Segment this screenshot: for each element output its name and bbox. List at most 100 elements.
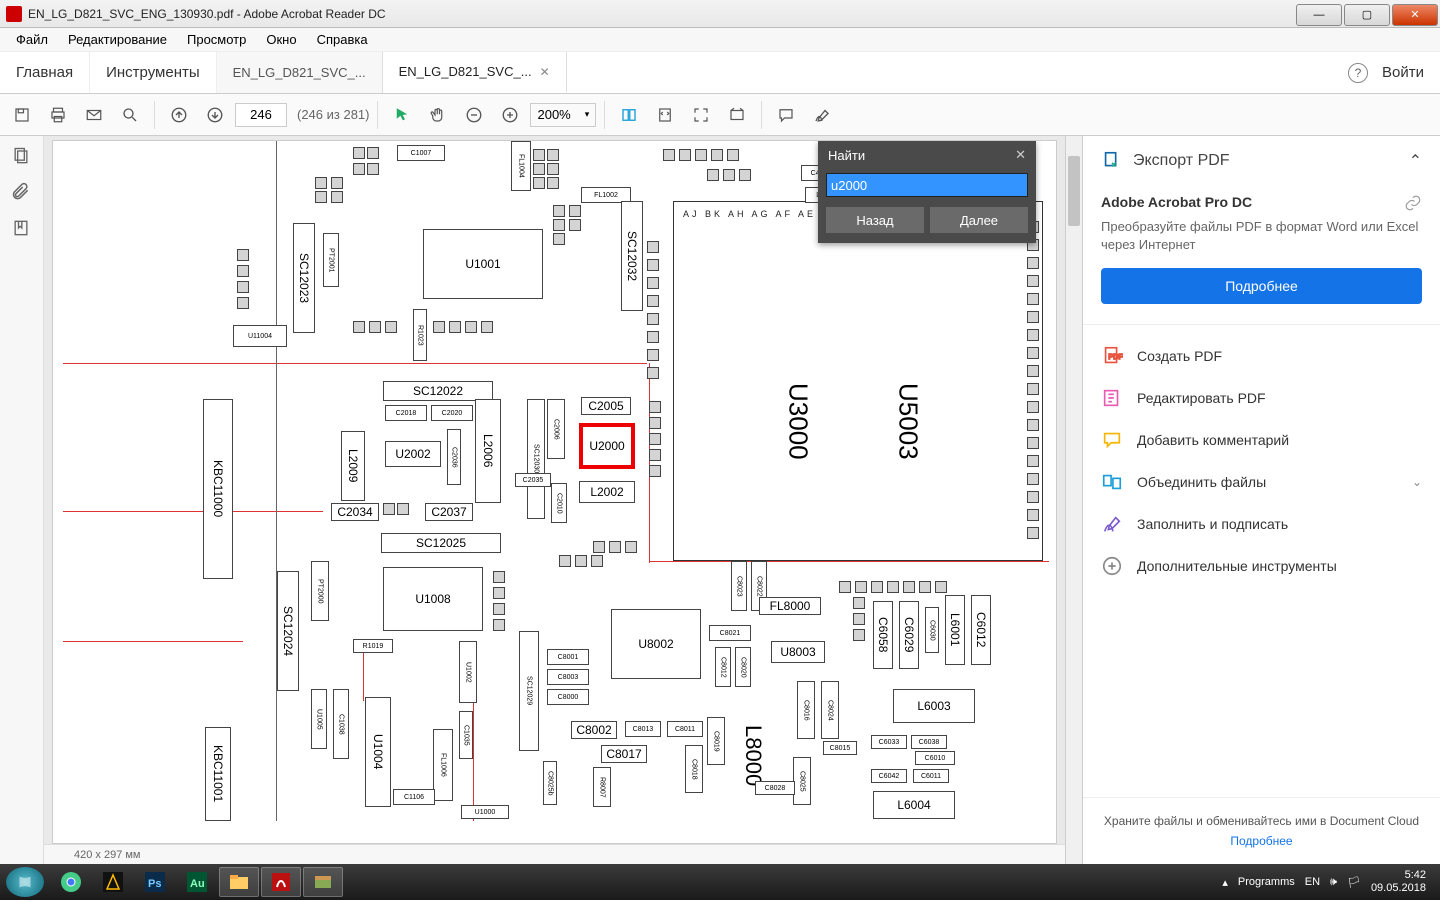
find-prev-button[interactable]: Назад bbox=[826, 207, 924, 233]
comment-icon[interactable] bbox=[770, 99, 802, 131]
task-audition-icon[interactable]: Au bbox=[177, 867, 217, 897]
menu-window[interactable]: Окно bbox=[256, 32, 306, 47]
schematic-component: C6030 bbox=[925, 607, 939, 653]
schematic-component-small bbox=[649, 433, 661, 445]
export-pdf-icon bbox=[1101, 150, 1123, 172]
schematic-component: U1008 bbox=[383, 567, 483, 631]
page-down-icon[interactable] bbox=[199, 99, 231, 131]
schematic-component: SC12029 bbox=[519, 631, 539, 751]
schematic-component: SC12032 bbox=[621, 201, 643, 311]
schematic-component: C2034 bbox=[331, 503, 379, 521]
document-viewport[interactable]: U3000 U5003 L8000 AJ BK AH AG AF AE AD A… bbox=[44, 136, 1065, 864]
pointer-icon[interactable] bbox=[386, 99, 418, 131]
menu-edit[interactable]: Редактирование bbox=[58, 32, 177, 47]
close-icon[interactable]: ✕ bbox=[1015, 147, 1026, 163]
page-number-input[interactable] bbox=[235, 103, 287, 127]
search-icon[interactable] bbox=[114, 99, 146, 131]
fit-page-icon[interactable] bbox=[649, 99, 681, 131]
email-icon[interactable] bbox=[78, 99, 110, 131]
schematic-component: U8002 bbox=[611, 609, 701, 679]
help-icon[interactable]: ? bbox=[1348, 63, 1368, 83]
rp-tool-item[interactable]: Дополнительные инструменты bbox=[1083, 545, 1440, 587]
tool-label: Создать PDF bbox=[1137, 348, 1222, 364]
schematic-component-small bbox=[449, 321, 461, 333]
window-close-button[interactable]: ✕ bbox=[1392, 4, 1438, 26]
rp-header[interactable]: Экспорт PDF bbox=[1133, 152, 1230, 170]
rp-cta-button[interactable]: Подробнее bbox=[1101, 268, 1422, 304]
zoom-dropdown[interactable]: 200%▾ bbox=[530, 103, 596, 127]
schematic-component-small bbox=[493, 571, 505, 583]
document-tab-2[interactable]: EN_LG_D821_SVC_...✕ bbox=[383, 52, 567, 93]
schematic-component: C2037 bbox=[425, 503, 473, 521]
page-canvas: U3000 U5003 L8000 AJ BK AH AG AF AE AD A… bbox=[52, 140, 1057, 844]
schematic-component-small bbox=[493, 587, 505, 599]
signin-button[interactable]: Войти bbox=[1382, 64, 1424, 81]
schematic-component-small bbox=[723, 169, 735, 181]
rp-tool-item[interactable]: PDFСоздать PDF bbox=[1083, 335, 1440, 377]
schematic-component-small bbox=[553, 205, 565, 217]
close-icon[interactable]: ✕ bbox=[540, 65, 550, 79]
start-button[interactable] bbox=[6, 867, 44, 897]
attachments-icon[interactable] bbox=[11, 182, 33, 204]
schematic-component: L2006 bbox=[475, 399, 501, 503]
schematic-component-small bbox=[533, 149, 545, 161]
schematic-component: C6033 bbox=[871, 735, 907, 749]
window-maximize-button[interactable]: ▢ bbox=[1344, 4, 1390, 26]
bookmarks-icon[interactable] bbox=[11, 218, 33, 240]
hand-icon[interactable] bbox=[422, 99, 454, 131]
system-tray[interactable]: ▴ Programms EN 🕪🏳 5:4209.05.2018 bbox=[1222, 869, 1434, 894]
read-mode-icon[interactable] bbox=[721, 99, 753, 131]
thumbnails-icon[interactable] bbox=[11, 146, 33, 168]
vertical-scrollbar[interactable] bbox=[1065, 136, 1082, 864]
schematic-component: C8028 bbox=[755, 781, 795, 795]
task-acrobat-icon[interactable] bbox=[261, 867, 301, 897]
link-icon[interactable] bbox=[1404, 194, 1422, 212]
schematic-component-small bbox=[433, 321, 445, 333]
window-minimize-button[interactable]: — bbox=[1296, 4, 1342, 26]
zoom-in-icon[interactable] bbox=[494, 99, 526, 131]
menu-view[interactable]: Просмотр bbox=[177, 32, 256, 47]
rp-tool-item[interactable]: Объединить файлы⌄ bbox=[1083, 461, 1440, 503]
fullscreen-icon[interactable] bbox=[685, 99, 717, 131]
schematic-component: C2005 bbox=[581, 397, 631, 415]
sign-icon[interactable] bbox=[806, 99, 838, 131]
find-input[interactable] bbox=[826, 173, 1028, 197]
schematic-component-small bbox=[871, 581, 883, 593]
print-icon[interactable] bbox=[42, 99, 74, 131]
page-up-icon[interactable] bbox=[163, 99, 195, 131]
fit-width-icon[interactable] bbox=[613, 99, 645, 131]
find-next-button[interactable]: Далее bbox=[930, 207, 1028, 233]
rp-tool-item[interactable]: Добавить комментарий bbox=[1083, 419, 1440, 461]
task-chrome-icon[interactable] bbox=[51, 867, 91, 897]
task-winrar-icon[interactable] bbox=[303, 867, 343, 897]
task-aimp-icon[interactable] bbox=[93, 867, 133, 897]
tool-icon bbox=[1101, 471, 1123, 493]
schematic-component-small bbox=[679, 149, 691, 161]
tab-home[interactable]: Главная bbox=[0, 52, 90, 93]
tool-icon bbox=[1101, 429, 1123, 451]
schematic-component-small bbox=[649, 417, 661, 429]
zoom-out-icon[interactable] bbox=[458, 99, 490, 131]
rp-tool-item[interactable]: Редактировать PDF bbox=[1083, 377, 1440, 419]
schematic-component-small bbox=[331, 191, 343, 203]
schematic-component-small bbox=[385, 321, 397, 333]
document-tab-1[interactable]: EN_LG_D821_SVC_... bbox=[217, 52, 383, 93]
schematic-component-small bbox=[1027, 311, 1039, 323]
task-explorer-icon[interactable] bbox=[219, 867, 259, 897]
schematic-component-small bbox=[647, 349, 659, 361]
menu-help[interactable]: Справка bbox=[307, 32, 378, 47]
save-icon[interactable] bbox=[6, 99, 38, 131]
rp-footer-link[interactable]: Подробнее bbox=[1099, 834, 1424, 848]
schematic-component: C8019 bbox=[707, 717, 725, 765]
tab-tools[interactable]: Инструменты bbox=[90, 52, 217, 93]
schematic-component-small bbox=[569, 205, 581, 217]
rp-tool-item[interactable]: Заполнить и подписать bbox=[1083, 503, 1440, 545]
schematic-component: L6001 bbox=[945, 595, 965, 665]
chevron-down-icon[interactable]: ⌄ bbox=[1412, 475, 1422, 489]
task-photoshop-icon[interactable]: Ps bbox=[135, 867, 175, 897]
schematic-component-small bbox=[647, 313, 659, 325]
menu-file[interactable]: Файл bbox=[6, 32, 58, 47]
chevron-up-icon[interactable]: ⌃ bbox=[1409, 151, 1422, 171]
tray-lang[interactable]: EN bbox=[1305, 876, 1320, 888]
schematic-component-small bbox=[547, 177, 559, 189]
